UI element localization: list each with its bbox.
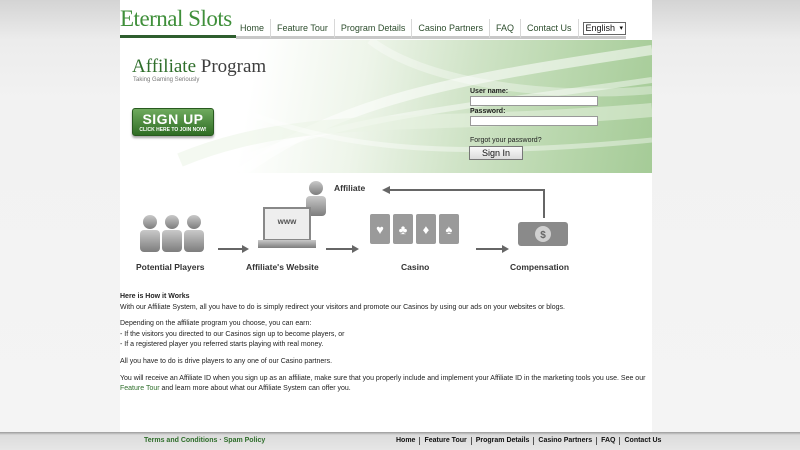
footer-spam-policy-link[interactable]: Spam Policy (224, 437, 266, 444)
svg-text:♦: ♦ (423, 222, 430, 237)
drive-paragraph: All you have to do is drive players to a… (120, 357, 333, 365)
page-container: Eternal Slots Home Feature Tour Program … (120, 0, 652, 432)
affiliate-banner: Affiliate Program Taking Gaming Seriousl… (120, 40, 652, 173)
signup-main-label: SIGN UP (142, 111, 204, 127)
signup-button[interactable]: SIGN UP CLICK HERE TO JOIN NOW! (132, 108, 214, 136)
nav-contact-us[interactable]: Contact Us (521, 18, 579, 38)
svg-text:♥: ♥ (376, 222, 384, 237)
title-rest: Program (196, 56, 267, 77)
affiliate-id-paragraph: You will receive an Affiliate ID when yo… (120, 374, 652, 395)
banner-subtitle: Taking Gaming Seriously (133, 77, 200, 83)
title-highlight: Affiliate (132, 56, 197, 77)
intro-paragraph: With our Affiliate System, all you have … (120, 303, 565, 311)
earn-item-1: - If the visitors you directed to our Ca… (120, 330, 345, 338)
language-value: English (585, 23, 616, 33)
footer-nav: Home Feature Tour Program Details Casino… (396, 437, 665, 445)
earn-item-2: - If a registered player you referred st… (120, 341, 324, 349)
label-affiliate: Affiliate (334, 183, 366, 193)
laptop-icon: www (258, 207, 316, 248)
username-label: User name: (470, 88, 509, 95)
feature-tour-link[interactable]: Feature Tour (120, 385, 160, 392)
password-label: Password: (470, 108, 506, 115)
footer-nav-contact-us[interactable]: Contact Us (620, 437, 665, 445)
logo[interactable]: Eternal Slots (120, 4, 236, 38)
footer-nav-program-details[interactable]: Program Details (472, 437, 535, 445)
section-heading: Here is How it Works (120, 293, 190, 300)
username-field[interactable] (470, 96, 598, 106)
label-compensation: Compensation (510, 262, 570, 272)
footer-nav-feature-tour[interactable]: Feature Tour (420, 437, 472, 445)
label-casino: Casino (401, 262, 430, 272)
nav-faq[interactable]: FAQ (490, 18, 521, 38)
compensation-money-icon: $ (518, 222, 568, 246)
nav-program-details[interactable]: Program Details (335, 18, 413, 38)
label-affiliates-website: Affiliate's Website (246, 262, 319, 272)
forgot-password-link[interactable]: Forgot your password? (470, 137, 542, 144)
language-select[interactable]: English ▾ (582, 21, 626, 35)
signin-button[interactable]: Sign In (469, 146, 523, 160)
casino-cards-icon: ♥ ♣ ♦ ♠ (370, 214, 459, 244)
footer-nav-home[interactable]: Home (396, 437, 421, 445)
main-nav: Home Feature Tour Program Details Casino… (236, 18, 626, 39)
nav-home[interactable]: Home (236, 18, 272, 38)
svg-text:♣: ♣ (399, 222, 408, 237)
footer-nav-faq[interactable]: FAQ (597, 437, 621, 445)
footer-nav-casino-partners[interactable]: Casino Partners (534, 437, 598, 445)
chevron-down-icon: ▾ (619, 25, 623, 32)
affiliate-id-text-2: and learn more about what our Affiliate … (159, 385, 351, 393)
signup-sub-label: CLICK HERE TO JOIN NOW! (139, 127, 207, 133)
footer-legal-links: Terms and Conditions · Spam Policy (144, 437, 265, 444)
footer: Terms and Conditions · Spam Policy Home … (0, 432, 800, 450)
how-it-works-diagram: www ♥ ♣ ♦ ♠ $ Affiliate Potential Player… (120, 178, 652, 286)
affiliate-id-text-1: You will receive an Affiliate ID when yo… (120, 374, 646, 382)
website-screen-text: www (277, 217, 297, 226)
label-potential-players: Potential Players (136, 262, 205, 272)
svg-text:$: $ (540, 230, 546, 241)
logo-text: Eternal Slots (120, 6, 232, 31)
nav-feature-tour[interactable]: Feature Tour (271, 18, 335, 38)
players-icon (140, 215, 204, 252)
footer-terms-link[interactable]: Terms and Conditions (144, 437, 217, 444)
svg-text:♠: ♠ (446, 222, 453, 237)
banner-title: Affiliate Program (132, 56, 266, 78)
footer-separator: · (219, 437, 222, 444)
how-it-works-text: Here is How it Works With our Affiliate … (120, 292, 652, 395)
earn-intro: Depending on the affiliate program you c… (120, 320, 312, 328)
nav-casino-partners[interactable]: Casino Partners (412, 18, 490, 38)
password-field[interactable] (470, 116, 598, 126)
